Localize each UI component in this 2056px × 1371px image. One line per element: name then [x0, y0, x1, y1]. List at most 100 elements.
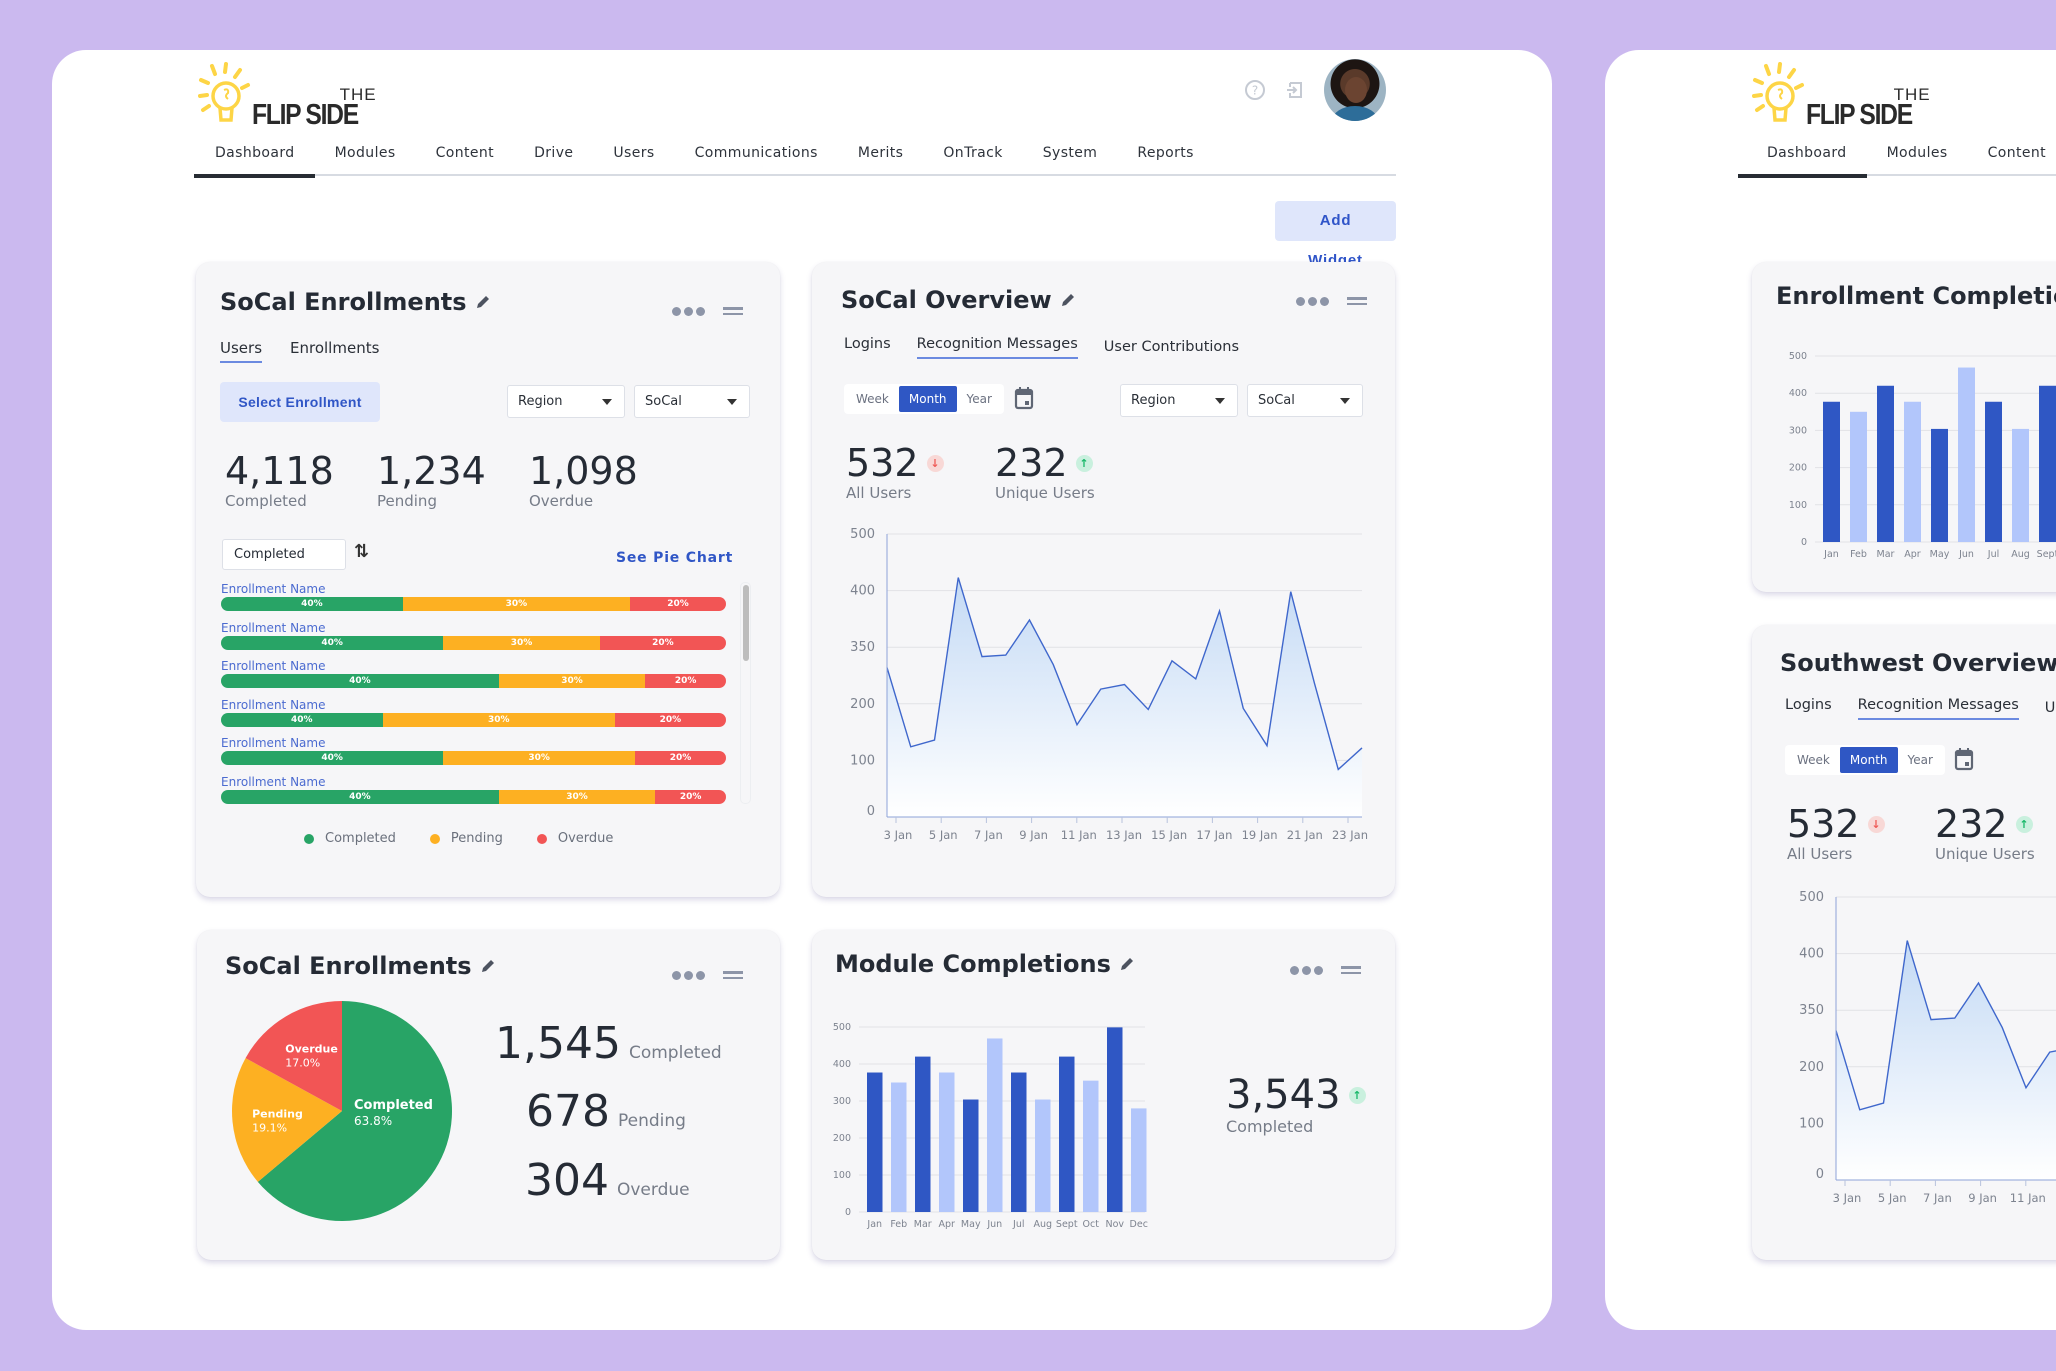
subtab-users[interactable]: Users — [220, 339, 263, 363]
segment-pending: 30% — [402, 597, 631, 611]
logout-icon[interactable] — [1284, 79, 1306, 101]
x-tick-label: 17 Jan — [1196, 828, 1232, 842]
legend-overdue: Overdue — [536, 831, 613, 846]
trend-up-icon: ↑ — [2015, 815, 2033, 833]
help-icon[interactable]: ? — [1244, 79, 1266, 101]
enrollment-legend: Completed Pending Overdue — [304, 831, 613, 846]
lightbulb-icon — [1752, 62, 1804, 122]
nav-tab-content[interactable]: Content — [416, 136, 514, 176]
bar-apr — [1904, 401, 1921, 542]
more-options-icon[interactable] — [1296, 296, 1329, 306]
enrollment-name[interactable]: Enrollment Name — [221, 582, 726, 597]
enrollment-pie-chart: Completed63.8% Pending19.1% Overdue17.0% — [232, 1001, 452, 1221]
brand-logo[interactable]: THE FLIP SIDE — [198, 62, 377, 130]
subtab-recognition-messages[interactable]: Recognition Messages — [1857, 697, 2019, 720]
stat-unique-users: 232 ↑ Unique Users — [1935, 802, 2035, 863]
header-actions: ? — [1244, 59, 1386, 121]
nav-tab-content[interactable]: Content — [1968, 136, 2056, 176]
nav-tab-modules[interactable]: Modules — [315, 136, 416, 176]
subtab-logins[interactable]: Logins — [1785, 697, 1832, 720]
pie-value: 17.0% — [285, 1056, 320, 1069]
location-dropdown[interactable]: SoCal — [634, 385, 750, 418]
enrollment-name[interactable]: Enrollment Name — [221, 659, 726, 674]
subtab-enrollments[interactable]: Enrollments — [290, 339, 379, 363]
drag-handle-icon[interactable] — [1341, 963, 1361, 977]
enrollment-row[interactable]: Enrollment Name 40% 30% 20% — [221, 659, 726, 688]
edit-pencil-icon[interactable] — [475, 294, 491, 310]
location-dropdown[interactable]: SoCal — [1247, 384, 1363, 417]
bar-jul — [1011, 1072, 1027, 1212]
x-tick-label: 9 Jan — [1968, 1191, 1997, 1205]
stat-all-users: 532 ↓ All Users — [846, 444, 944, 502]
region-dropdown[interactable]: Region — [507, 385, 625, 418]
drag-handle-icon[interactable] — [723, 304, 743, 318]
nav-tab-merits[interactable]: Merits — [838, 136, 924, 176]
edit-pencil-icon[interactable] — [480, 958, 496, 974]
calendar-icon[interactable] — [1954, 747, 1974, 771]
enrollment-name[interactable]: Enrollment Name — [221, 736, 726, 751]
nav-tab-dashboard[interactable]: Dashboard — [1738, 136, 1867, 178]
more-options-icon[interactable] — [1290, 965, 1323, 975]
edit-pencil-icon[interactable] — [1119, 956, 1135, 972]
x-tick-label: May — [1930, 549, 1950, 560]
enrollment-name[interactable]: Enrollment Name — [221, 775, 726, 790]
calendar-icon[interactable] — [1014, 386, 1034, 410]
nav-tab-drive[interactable]: Drive — [514, 136, 593, 176]
x-tick-label: 7 Jan — [974, 828, 1003, 842]
nav-tab-reports[interactable]: Reports — [1117, 136, 1214, 176]
enrollment-list: Enrollment Name 40% 30% 20% Enrollment Name 4… — [221, 582, 731, 812]
scrollbar-thumb[interactable] — [743, 585, 749, 661]
nav-tab-ontrack[interactable]: OnTrack — [923, 136, 1022, 176]
widget-controls — [1296, 294, 1367, 308]
nav-tab-dashboard[interactable]: Dashboard — [194, 136, 315, 178]
y-tick-label: 200 — [833, 1133, 851, 1144]
x-tick-label: 3 Jan — [1833, 1191, 1862, 1205]
enrollment-row[interactable]: Enrollment Name 40% 30% 20% — [221, 621, 726, 650]
subtab-recognition-messages[interactable]: Recognition Messages — [916, 336, 1078, 359]
enrollment-row[interactable]: Enrollment Name 40% 30% 20% — [221, 736, 726, 765]
sort-select[interactable]: Completed — [222, 539, 346, 570]
brand-logo[interactable]: THE FLIP SIDE — [1752, 62, 1931, 130]
nav-tab-users[interactable]: Users — [593, 136, 674, 176]
period-month[interactable]: Month — [1839, 747, 1898, 773]
more-options-icon[interactable] — [672, 970, 705, 980]
period-year[interactable]: Year — [957, 386, 1002, 412]
enrollment-row[interactable]: Enrollment Name 40% 30% 20% — [221, 582, 726, 611]
sort-toggle-icon[interactable]: ⇅ — [354, 541, 369, 562]
period-week[interactable]: Week — [846, 386, 899, 412]
nav-tab-communications[interactable]: Communications — [675, 136, 838, 176]
period-year[interactable]: Year — [1898, 747, 1943, 773]
x-tick-label: 7 Jan — [1923, 1191, 1952, 1205]
enrollment-row[interactable]: Enrollment Name 40% 30% 20% — [221, 698, 726, 727]
avatar[interactable] — [1324, 59, 1386, 121]
period-month[interactable]: Month — [898, 386, 957, 412]
edit-pencil-icon[interactable] — [1060, 292, 1076, 308]
nav-tab-modules[interactable]: Modules — [1867, 136, 1968, 176]
subtab-user-contributions[interactable]: User Contributions — [1104, 339, 1239, 359]
enrollment-row[interactable]: Enrollment Name 40% 30% 20% — [221, 775, 726, 804]
list-scrollbar[interactable] — [740, 582, 751, 804]
add-widget-button[interactable]: Add Widget — [1275, 201, 1396, 269]
x-tick-label: Dec — [1130, 1219, 1148, 1230]
subtab-logins[interactable]: Logins — [844, 336, 891, 359]
more-options-icon[interactable] — [672, 306, 705, 316]
enrollment-name[interactable]: Enrollment Name — [221, 698, 726, 713]
period-week[interactable]: Week — [1787, 747, 1840, 773]
trend-down-icon: ↓ — [1867, 815, 1885, 833]
drag-handle-icon[interactable] — [723, 968, 743, 982]
select-enrollment-button[interactable]: Select Enrollment — [220, 382, 380, 422]
x-tick-label: 3 Jan — [884, 828, 913, 842]
y-tick-label: 200 — [1789, 463, 1807, 474]
southwest-subtabs: Logins Recognition Messages User Contrib… — [1785, 697, 2056, 720]
enrollment-name[interactable]: Enrollment Name — [221, 621, 726, 636]
region-dropdown[interactable]: Region — [1120, 384, 1238, 417]
nav-tab-system[interactable]: System — [1023, 136, 1118, 176]
stat-all-users: 532 ↓ All Users — [1787, 805, 1885, 863]
subtab-user-contributions[interactable]: User Contributions — [2045, 700, 2056, 720]
bar-aug — [1035, 1099, 1051, 1212]
bar-nov — [1107, 1027, 1123, 1212]
see-pie-chart-link[interactable]: See Pie Chart — [616, 550, 733, 566]
bar-jun — [987, 1038, 1003, 1212]
drag-handle-icon[interactable] — [1347, 294, 1367, 308]
segment-completed: 40% — [221, 674, 499, 688]
